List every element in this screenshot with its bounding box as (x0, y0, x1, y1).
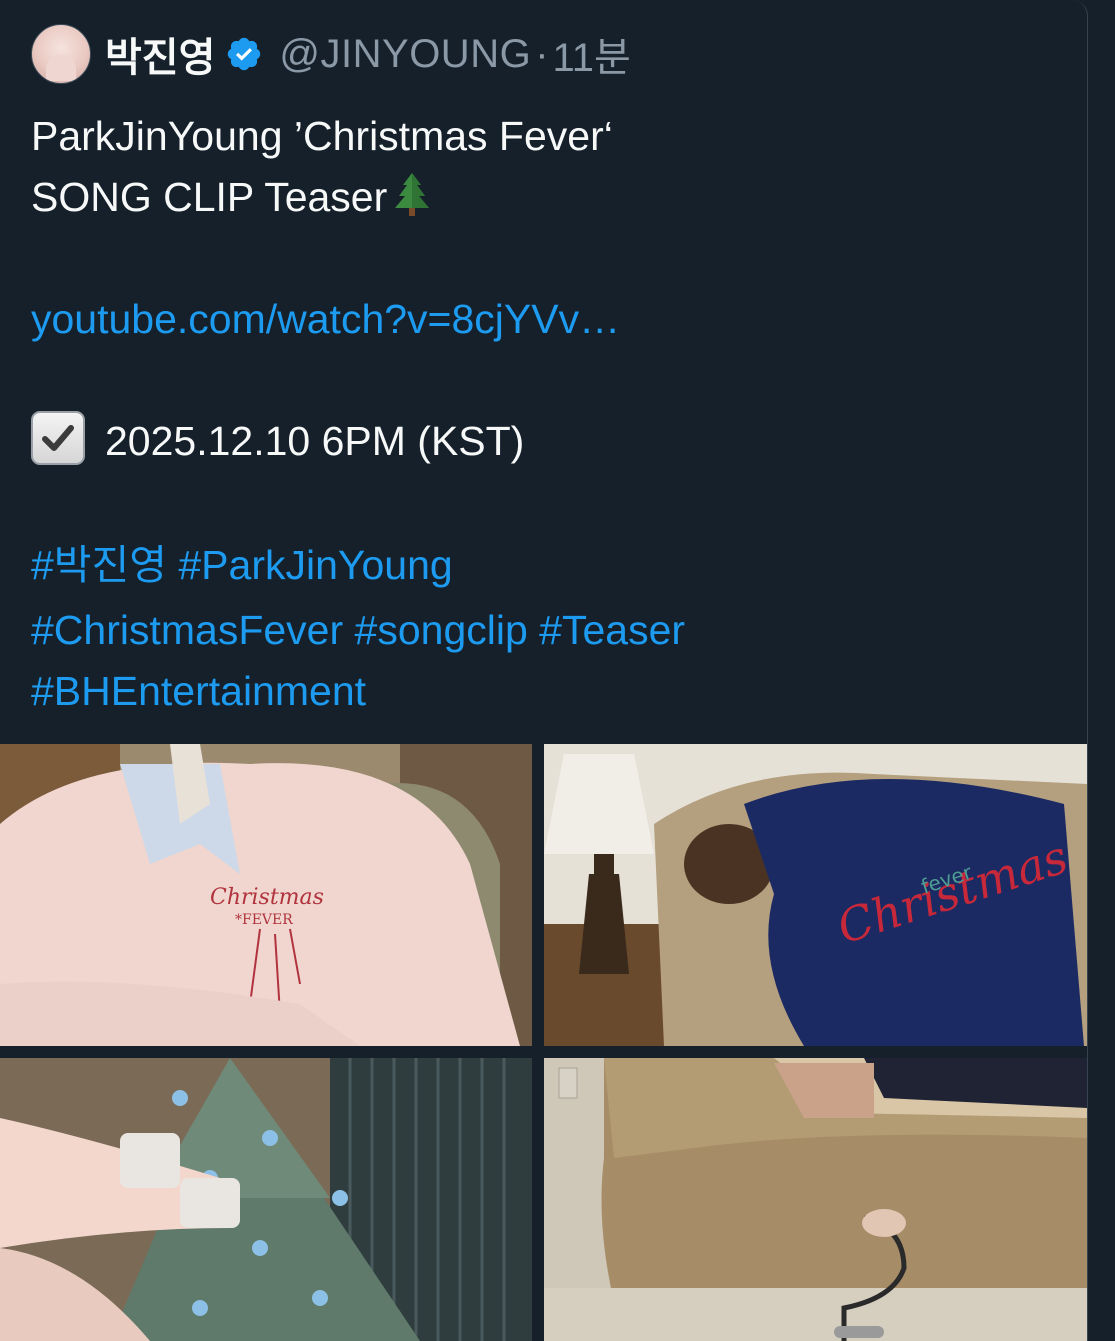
photo-pink-sweater[interactable]: Christmas *FEVER (0, 744, 532, 1046)
hashtag-songclip[interactable]: #songclip (355, 607, 528, 653)
svg-text:Christmas: Christmas (210, 885, 324, 910)
text-line-1: ParkJinYoung ’Christmas Fever‘ (31, 113, 613, 159)
photo-couch-mic[interactable] (544, 1058, 1087, 1341)
photo-blue-jacket-art: Christmas fever (544, 744, 1087, 1046)
verified-badge-icon (228, 37, 261, 71)
author-handle[interactable]: @JINYOUNG (279, 32, 531, 77)
svg-text:*FEVER: *FEVER (235, 912, 293, 928)
hashtag-parkjinyoung-kr[interactable]: #박진영 (31, 542, 167, 588)
media-grid: Christmas *FEVER Christmas fever (0, 744, 1087, 1341)
separator-dot: · (535, 31, 549, 76)
text-line-2: SONG CLIP Teaser (31, 167, 1051, 228)
hashtag-parkjinyoung[interactable]: #ParkJinYoung (178, 542, 452, 588)
release-date: 2025.12.10 6PM (KST) (105, 418, 525, 464)
hashtag-teaser[interactable]: #Teaser (539, 607, 685, 653)
hashtag-line-1: #박진영 #ParkJinYoung (31, 535, 1051, 596)
link-line: youtube.com/watch?v=8cjYVv… (31, 289, 1051, 350)
christmas-tree-emoji (395, 173, 430, 216)
hashtag-bhentertainment[interactable]: #BHEntertainment (31, 668, 366, 714)
check-box-emoji (31, 411, 85, 465)
photo-christmas-tree-art (0, 1058, 532, 1341)
photo-couch-mic-art (544, 1058, 1087, 1341)
photo-pink-sweater-art: Christmas *FEVER (0, 744, 532, 1046)
hashtag-line-3: #BHEntertainment (31, 661, 1051, 722)
tweet-card[interactable]: 박진영 @JINYOUNG · 11분 ParkJinYoung ’Christ… (0, 0, 1088, 1341)
photo-blue-jacket[interactable]: Christmas fever (544, 744, 1087, 1046)
date-line: 2025.12.10 6PM (KST) (31, 411, 1051, 472)
tweet-text: ParkJinYoung ’Christmas Fever‘ SONG CLIP… (31, 106, 1051, 722)
hashtag-line-2: #ChristmasFever #songclip #Teaser (31, 600, 1051, 661)
photo-christmas-tree[interactable] (0, 1058, 532, 1341)
youtube-link[interactable]: youtube.com/watch?v=8cjYVv… (31, 296, 620, 342)
tweet-header: 박진영 @JINYOUNG · 11분 (31, 24, 631, 84)
avatar[interactable] (31, 24, 91, 84)
author-name[interactable]: 박진영 (105, 25, 215, 83)
text-line-2-label: SONG CLIP Teaser (31, 174, 388, 220)
timestamp[interactable]: 11분 (553, 25, 631, 83)
hashtag-christmasfever[interactable]: #ChristmasFever (31, 607, 343, 653)
